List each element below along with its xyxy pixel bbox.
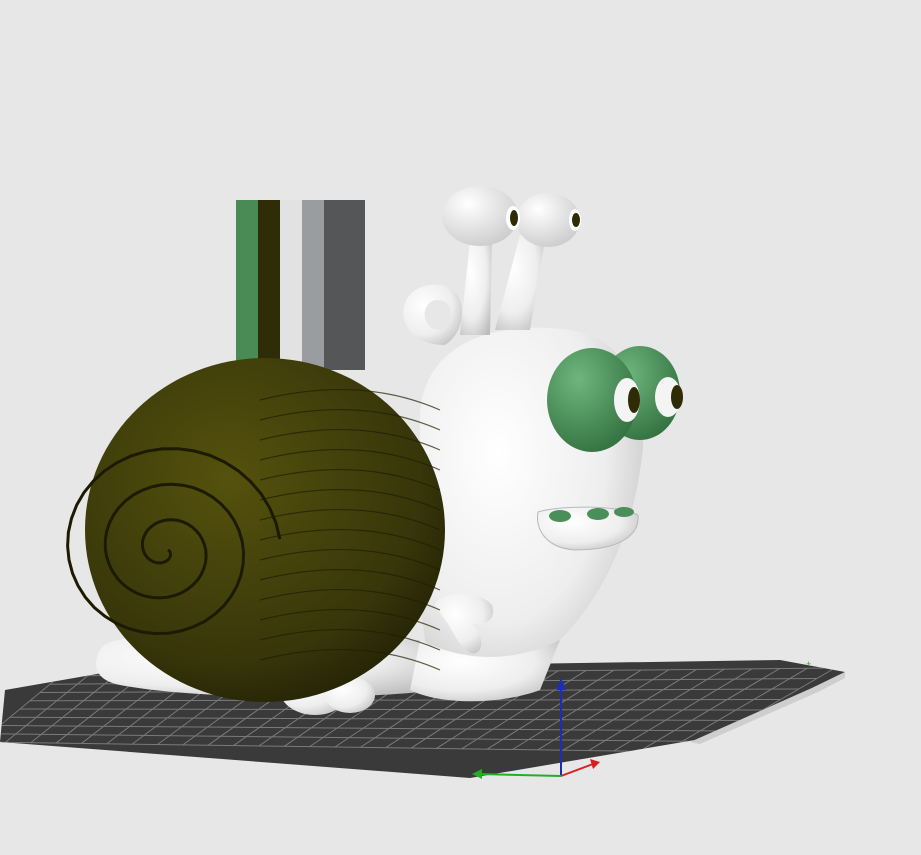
- purge-tower[interactable]: [236, 200, 365, 370]
- x-axis-arrow: [590, 759, 600, 769]
- x-axis: [560, 763, 594, 777]
- snail-shell: [85, 358, 445, 702]
- snail-model[interactable]: [66, 186, 683, 715]
- scene-canvas[interactable]: +: [0, 0, 921, 855]
- tower-stripe-4: [302, 200, 324, 370]
- tower-stripe-1: [236, 200, 258, 370]
- plate-origin-label: +: [806, 659, 811, 669]
- face-pupil-right: [671, 385, 683, 409]
- snail-handle: [403, 284, 463, 345]
- tower-stripe-2: [258, 200, 280, 370]
- tooth-1: [549, 510, 571, 522]
- y-axis: [479, 773, 562, 777]
- face-pupil-left: [628, 387, 640, 413]
- tower-stripe-3: [280, 200, 302, 370]
- tooth-2: [587, 508, 609, 520]
- stalk-pupil-right: [572, 213, 580, 227]
- tooth-3: [614, 507, 634, 517]
- tower-stripe-5: [324, 200, 365, 370]
- stalk-pupil-left: [510, 210, 518, 226]
- eye-stalk-left: [460, 240, 492, 335]
- 3d-viewport[interactable]: +: [0, 0, 921, 855]
- eye-stalk-right: [495, 235, 545, 330]
